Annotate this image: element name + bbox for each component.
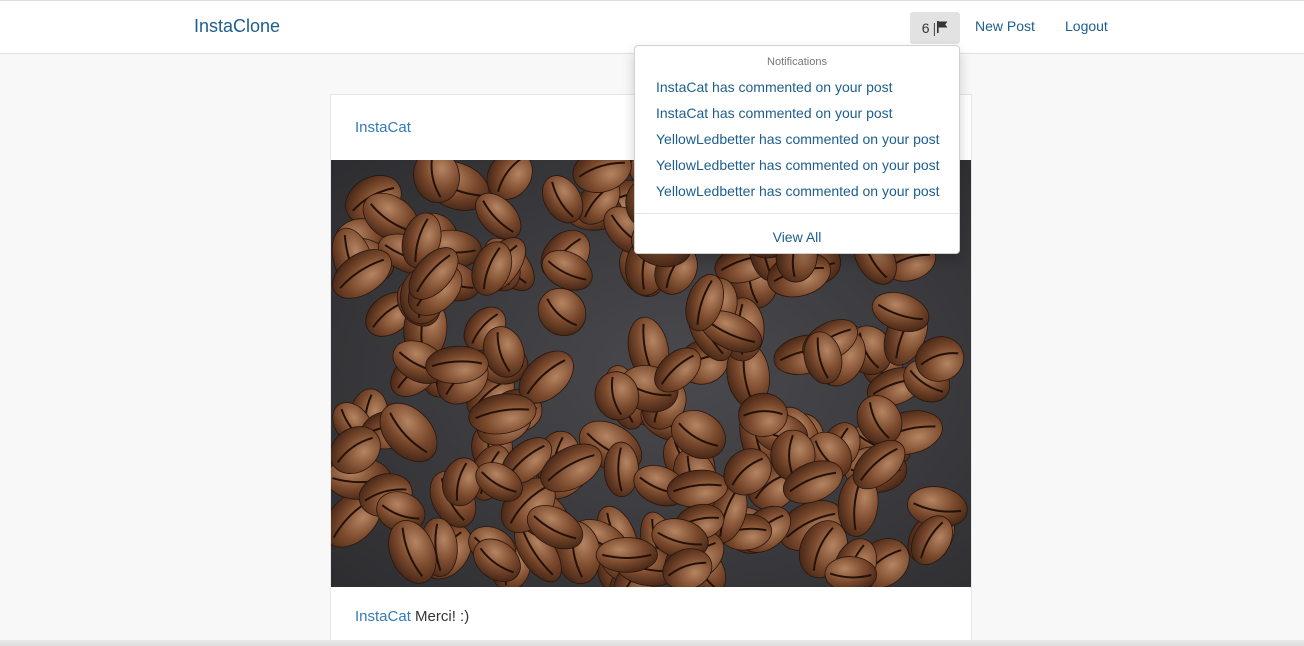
logout-link[interactable]: Logout	[1065, 18, 1108, 34]
notifications-toggle-button[interactable]: 6 |	[910, 12, 960, 44]
notifications-header: Notifications	[767, 56, 827, 68]
brand-link[interactable]: InstaClone	[194, 16, 280, 37]
notification-item[interactable]: YellowLedbetter has commented on your po…	[656, 157, 940, 173]
post-author-link[interactable]: InstaCat	[355, 119, 411, 136]
notification-item[interactable]: InstaCat has commented on your post	[656, 105, 893, 121]
notification-separator: |	[932, 20, 937, 36]
window-bottom-edge	[0, 640, 1304, 646]
notification-item[interactable]: YellowLedbetter has commented on your po…	[656, 183, 940, 199]
notification-item[interactable]: YellowLedbetter has commented on your po…	[656, 131, 940, 147]
caption-user-link[interactable]: InstaCat	[355, 608, 411, 625]
notifications-dropdown: Notifications InstaCat has commented on …	[634, 45, 960, 254]
post-caption: InstaCat Merci! :)	[355, 608, 469, 625]
view-all-link[interactable]: View All	[635, 229, 959, 245]
new-post-link[interactable]: New Post	[975, 18, 1035, 34]
caption-text: Merci! :)	[415, 608, 470, 625]
notification-count: 6	[921, 20, 930, 36]
dropdown-divider	[635, 213, 959, 214]
notification-item[interactable]: InstaCat has commented on your post	[656, 79, 893, 95]
flag-icon	[937, 20, 948, 36]
